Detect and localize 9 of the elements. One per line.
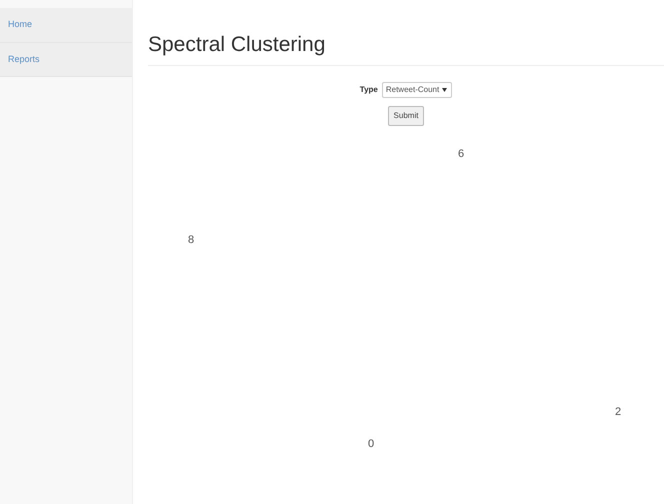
type-select[interactable]: Retweet-Count (382, 82, 452, 98)
type-label: Type (360, 84, 378, 96)
page-title: Spectral Clustering (148, 32, 664, 66)
node-label: 2 (615, 405, 622, 420)
node-label: 6 (458, 147, 464, 162)
node-label: 8 (188, 233, 194, 248)
submit-button[interactable]: Submit (388, 106, 424, 126)
node-label: 0 (368, 437, 374, 452)
caret-icon (442, 88, 448, 92)
